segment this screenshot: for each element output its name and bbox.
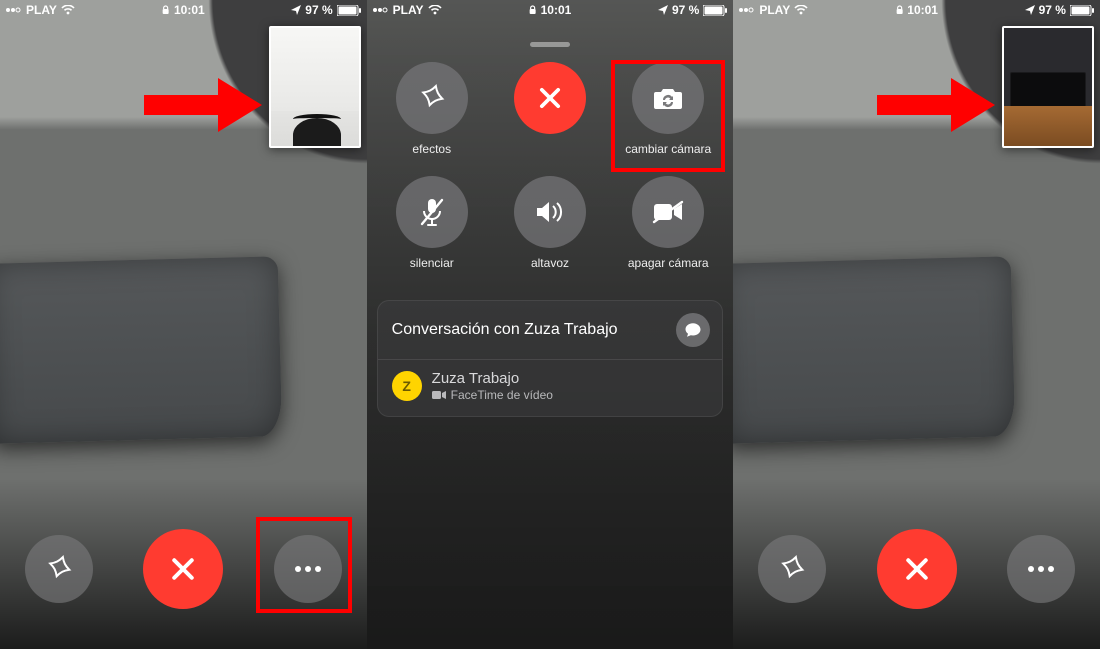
effects-button[interactable]: [25, 535, 93, 603]
call-controls: [733, 489, 1100, 649]
car-visor: [733, 256, 1015, 444]
avatar: Z: [392, 371, 422, 401]
mute-button[interactable]: silenciar: [396, 176, 468, 270]
lock-icon: [162, 5, 170, 15]
carrier-label: PLAY: [759, 3, 790, 17]
wifi-icon: [428, 5, 442, 15]
battery-icon: [1070, 5, 1094, 16]
status-bar: PLAY 10:01 97 %: [733, 0, 1100, 20]
mute-label: silenciar: [410, 256, 454, 270]
location-icon: [291, 5, 301, 15]
participant-row[interactable]: Z Zuza Trabajo FaceTime de vídeo: [378, 360, 723, 416]
participant-name: Zuza Trabajo: [432, 370, 553, 388]
lock-icon: [895, 5, 903, 15]
camera-off-button[interactable]: apagar cámara: [628, 176, 709, 270]
signal-icon: [739, 5, 755, 15]
car-visor: [0, 256, 282, 444]
speaker-label: altavoz: [531, 256, 569, 270]
wifi-icon: [794, 5, 808, 15]
more-button[interactable]: [1007, 535, 1075, 603]
conversation-title: Conversación con Zuza Trabajo: [392, 321, 618, 339]
signal-icon: [373, 5, 389, 15]
status-bar: PLAY 10:01 97 %: [367, 0, 734, 20]
screenshot-1: PLAY 10:01 97 %: [0, 0, 367, 649]
end-call-button[interactable]: [877, 529, 957, 609]
effects-button[interactable]: [758, 535, 826, 603]
wifi-icon: [61, 5, 75, 15]
signal-icon: [6, 5, 22, 15]
conversation-card: Conversación con Zuza Trabajo Z Zuza Tra…: [377, 300, 724, 417]
effects-button[interactable]: efectos: [396, 62, 468, 156]
annotation-arrow: [144, 78, 262, 132]
clock-label: 10:01: [541, 3, 572, 17]
location-icon: [658, 5, 668, 15]
camera-off-label: apagar cámara: [628, 256, 709, 270]
location-icon: [1025, 5, 1035, 15]
screenshot-3: PLAY 10:01 97 %: [733, 0, 1100, 649]
self-view-pip[interactable]: [269, 26, 361, 148]
end-call-button[interactable]: [514, 62, 586, 156]
clock-label: 10:01: [174, 3, 205, 17]
annotation-highlight-switch-camera: [611, 60, 725, 172]
self-view-pip[interactable]: [1002, 26, 1094, 148]
annotation-highlight-more: [256, 517, 352, 613]
video-icon: [432, 390, 446, 400]
speaker-button[interactable]: altavoz: [514, 176, 586, 270]
lock-icon: [529, 5, 537, 15]
annotation-arrow: [877, 78, 995, 132]
battery-pct-label: 97 %: [672, 3, 699, 17]
battery-icon: [703, 5, 727, 16]
carrier-label: PLAY: [26, 3, 57, 17]
screenshot-2: PLAY 10:01 97 % efectos: [367, 0, 734, 649]
battery-icon: [337, 5, 361, 16]
participant-subtitle: FaceTime de vídeo: [451, 388, 553, 402]
messages-button[interactable]: [676, 313, 710, 347]
effects-label: efectos: [412, 142, 451, 156]
battery-pct-label: 97 %: [1039, 3, 1066, 17]
sheet-grabber[interactable]: [530, 42, 570, 47]
clock-label: 10:01: [907, 3, 938, 17]
end-call-button[interactable]: [143, 529, 223, 609]
carrier-label: PLAY: [393, 3, 424, 17]
status-bar: PLAY 10:01 97 %: [0, 0, 367, 20]
battery-pct-label: 97 %: [305, 3, 332, 17]
